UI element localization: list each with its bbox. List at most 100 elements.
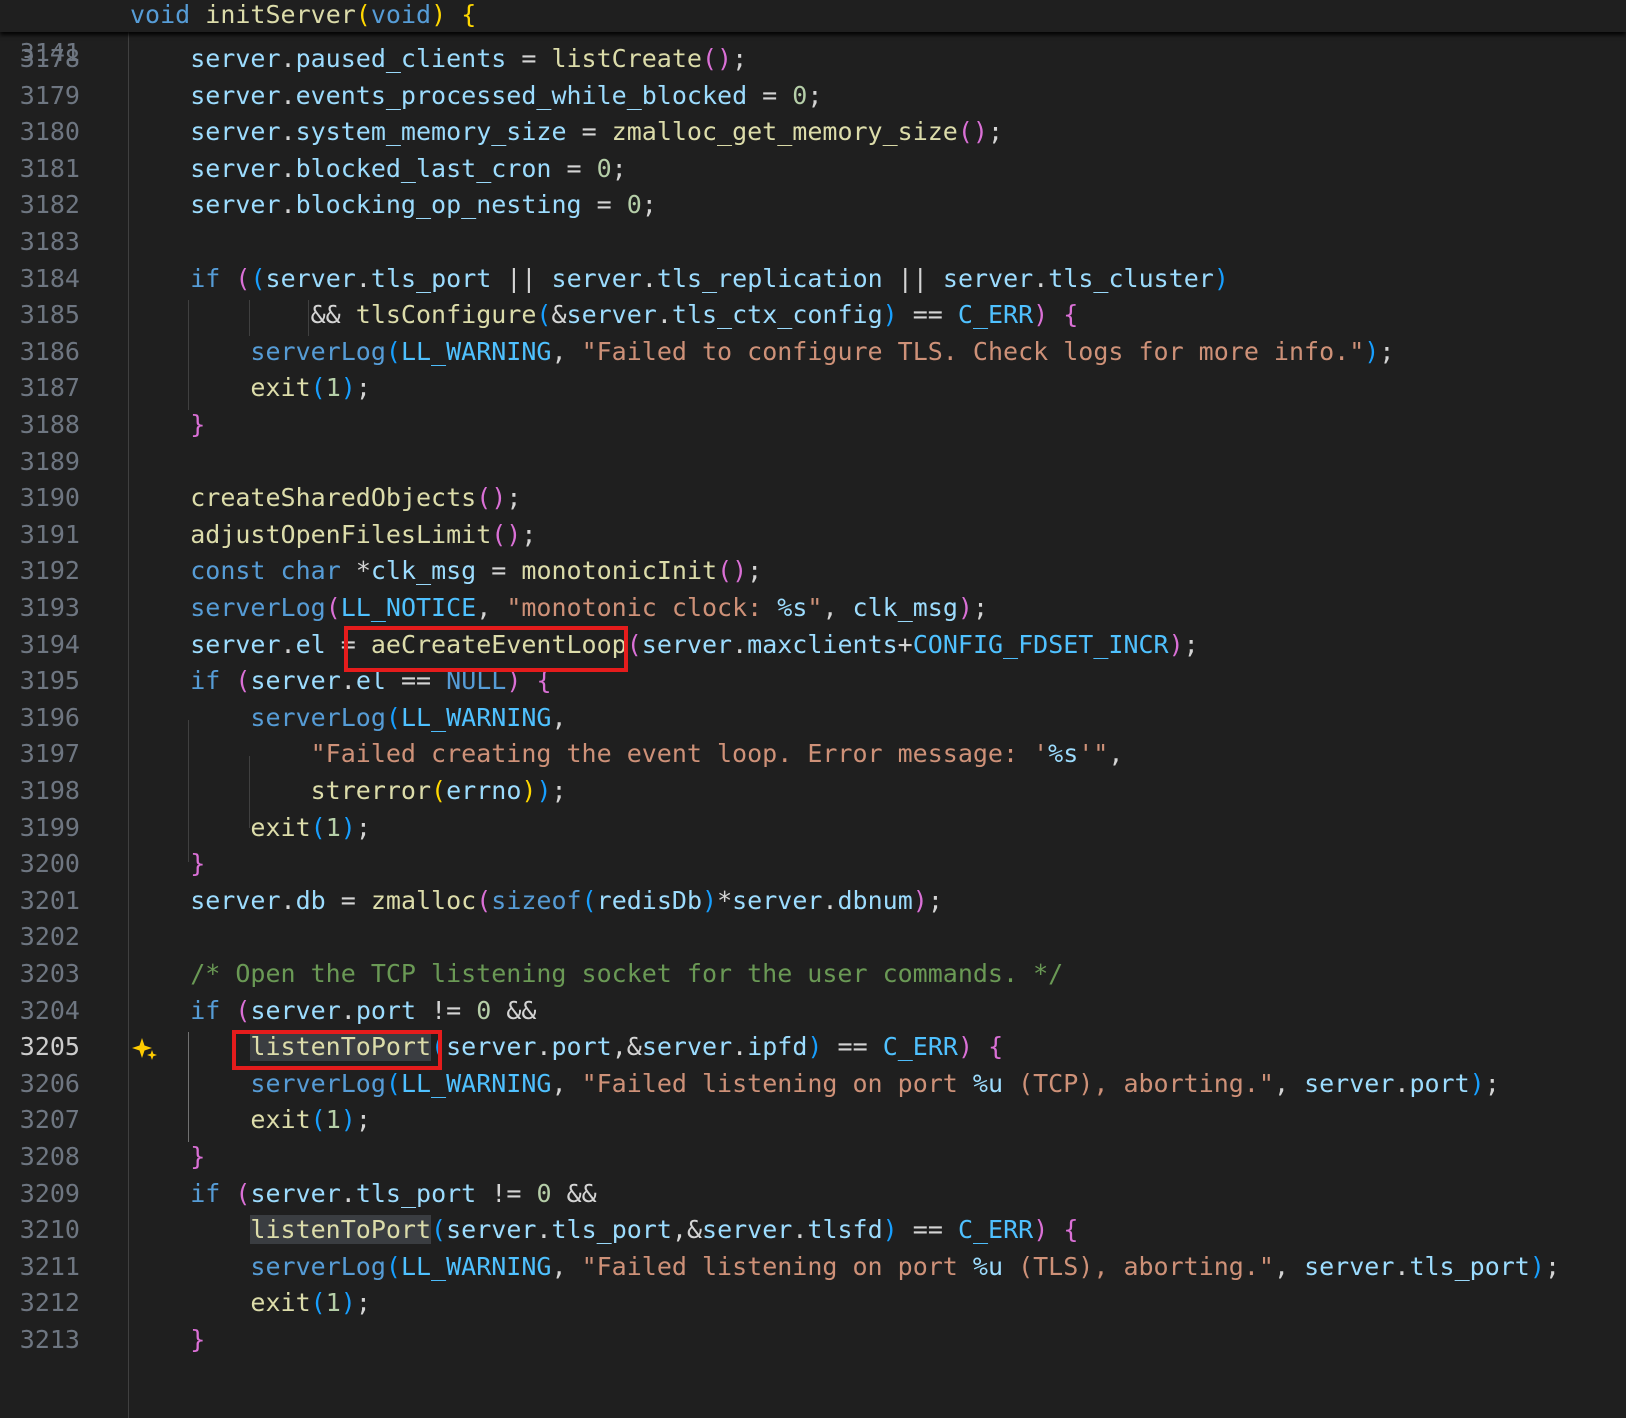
code-text[interactable]: serverLog(LL_WARNING, "Failed to configu…	[130, 333, 1394, 371]
code-token: ==	[897, 1215, 958, 1245]
code-line[interactable]: 3178 server.paused_clients = listCreate(…	[0, 40, 1626, 78]
code-token: ;	[611, 153, 627, 183]
code-token: ()	[717, 556, 748, 586]
code-line[interactable]: 3212 exit(1);	[0, 1284, 1626, 1322]
sticky-scroll-header[interactable]: 3141 void initServer(void) {	[0, 0, 1626, 67]
code-text[interactable]: server.blocked_last_cron = 0;	[130, 150, 627, 188]
code-line[interactable]: 3180 server.system_memory_size = zmalloc…	[0, 113, 1626, 151]
code-text[interactable]: }	[130, 406, 205, 444]
code-line[interactable]: 3194 server.el = aeCreateEventLoop(serve…	[0, 626, 1626, 664]
code-line[interactable]: 3211 serverLog(LL_WARNING, "Failed liste…	[0, 1248, 1626, 1286]
sparkle-icon[interactable]	[132, 1036, 158, 1062]
code-token: (	[385, 1068, 401, 1098]
code-token: ;	[972, 593, 989, 622]
code-line[interactable]: 3204 if (server.port != 0 &&	[0, 992, 1626, 1030]
code-line[interactable]: 3202	[0, 918, 1626, 956]
code-line[interactable]: void initServer(void) {	[130, 0, 476, 34]
code-line[interactable]: 3213 }	[0, 1321, 1626, 1359]
code-token: serverLog	[250, 336, 386, 366]
code-token: %u	[972, 1068, 1004, 1098]
code-text[interactable]: strerror(errno));	[130, 772, 567, 810]
code-line[interactable]: 3191 adjustOpenFilesLimit();	[0, 516, 1626, 554]
code-token: ;	[1484, 1068, 1500, 1098]
code-line[interactable]: 3206 serverLog(LL_WARNING, "Failed liste…	[0, 1065, 1626, 1103]
code-token: port	[551, 1032, 612, 1062]
code-line[interactable]: 3196 serverLog(LL_WARNING,	[0, 699, 1626, 737]
code-line[interactable]: 3184 if ((server.tls_port || server.tls_…	[0, 260, 1626, 298]
code-text[interactable]: server.paused_clients = listCreate();	[130, 40, 747, 78]
code-token: 0	[596, 153, 612, 183]
code-token: ;	[506, 483, 522, 513]
code-text[interactable]: serverLog(LL_WARNING, "Failed listening …	[130, 1065, 1500, 1103]
code-line[interactable]: 3179 server.events_processed_while_block…	[0, 77, 1626, 115]
code-line[interactable]: 3198 strerror(errno));	[0, 772, 1626, 810]
code-line[interactable]: 3187 exit(1);	[0, 369, 1626, 407]
code-token: ()	[491, 519, 522, 549]
code-token: tlsConfigure	[355, 300, 537, 330]
code-line[interactable]: 3203 /* Open the TCP listening socket fo…	[0, 955, 1626, 993]
code-line[interactable]: 3192 const char *clk_msg = monotonicInit…	[0, 552, 1626, 590]
code-line[interactable]: 3186 serverLog(LL_WARNING, "Failed to co…	[0, 333, 1626, 371]
code-text[interactable]: exit(1);	[130, 1284, 370, 1322]
code-text[interactable]: listenToPort(server.tls_port,&server.tls…	[130, 1211, 1078, 1249]
code-text[interactable]: "Failed creating the event loop. Error m…	[130, 735, 1124, 773]
code-text[interactable]: server.events_processed_while_blocked = …	[130, 77, 822, 115]
code-token: (	[235, 263, 251, 293]
code-text[interactable]: if (server.port != 0 &&	[130, 992, 536, 1030]
code-text[interactable]: && tlsConfigure(&server.tls_ctx_config) …	[130, 296, 1079, 334]
line-number: 3204	[19, 995, 80, 1025]
code-line[interactable]: 3195 if (server.el == NULL) {	[0, 662, 1626, 700]
code-token: serverLog	[250, 1068, 386, 1098]
code-token: ,	[1273, 1068, 1305, 1098]
code-token: (	[235, 995, 251, 1025]
code-token: zmalloc	[370, 885, 477, 915]
code-line[interactable]: 3208 }	[0, 1138, 1626, 1176]
code-text[interactable]: serverLog(LL_WARNING,	[130, 699, 566, 737]
code-token: ==	[822, 1032, 883, 1062]
code-token: }	[190, 1142, 206, 1171]
code-text[interactable]: /* Open the TCP listening socket for the…	[130, 955, 1063, 993]
code-text[interactable]: }	[130, 845, 205, 883]
code-text[interactable]: exit(1);	[130, 809, 370, 847]
code-line[interactable]: 3183	[0, 223, 1626, 261]
code-text[interactable]: serverLog(LL_WARNING, "Failed listening …	[130, 1248, 1560, 1286]
code-line[interactable]: 3200 }	[0, 845, 1626, 883]
code-line[interactable]: 3185 && tlsConfigure(&server.tls_ctx_con…	[0, 296, 1626, 334]
code-line[interactable]: 3207 exit(1);	[0, 1101, 1626, 1139]
code-line[interactable]: 3197 "Failed creating the event loop. Er…	[0, 735, 1626, 773]
code-text[interactable]: adjustOpenFilesLimit();	[130, 516, 536, 554]
code-token: server	[732, 885, 823, 915]
code-text[interactable]: server.system_memory_size = zmalloc_get_…	[130, 113, 1003, 151]
code-line[interactable]: 3189	[0, 443, 1626, 481]
code-line[interactable]: 3199 exit(1);	[0, 809, 1626, 847]
code-text[interactable]: serverLog(LL_NOTICE, "monotonic clock: %…	[130, 589, 988, 627]
code-text[interactable]: server.db = zmalloc(sizeof(redisDb)*serv…	[130, 882, 943, 920]
code-line[interactable]: 3188 }	[0, 406, 1626, 444]
code-token: port	[355, 995, 417, 1025]
code-text[interactable]: }	[130, 1321, 205, 1359]
code-line[interactable]: 3190 createSharedObjects();	[0, 479, 1626, 517]
code-text[interactable]: server.el = aeCreateEventLoop(server.max…	[130, 626, 1199, 664]
code-text[interactable]: exit(1);	[130, 369, 370, 407]
code-text[interactable]: createSharedObjects();	[130, 479, 521, 517]
code-token: server	[446, 1215, 537, 1245]
code-text[interactable]: if ((server.tls_port || server.tls_repli…	[130, 260, 1229, 298]
code-line[interactable]: 3182 server.blocking_op_nesting = 0;	[0, 186, 1626, 224]
code-text[interactable]: }	[130, 1138, 205, 1176]
code-text[interactable]: exit(1);	[130, 1101, 370, 1139]
code-line[interactable]: 3181 server.blocked_last_cron = 0;	[0, 150, 1626, 188]
code-line[interactable]: 3201 server.db = zmalloc(sizeof(redisDb)…	[0, 882, 1626, 920]
code-text[interactable]: const char *clk_msg = monotonicInit();	[130, 552, 762, 590]
code-line[interactable]: 3210 listenToPort(server.tls_port,&serve…	[0, 1211, 1626, 1249]
code-text[interactable]: server.blocking_op_nesting = 0;	[130, 186, 657, 224]
code-token: ,	[551, 1251, 582, 1281]
code-token: +	[897, 629, 913, 659]
code-text[interactable]: if (server.tls_port != 0 &&	[130, 1175, 596, 1213]
code-token: sizeof	[491, 885, 582, 915]
code-token: CONFIG_FDSET_INCR	[912, 629, 1169, 659]
code-line[interactable]: 3209 if (server.tls_port != 0 &&	[0, 1175, 1626, 1213]
code-line[interactable]: 3193 serverLog(LL_NOTICE, "monotonic clo…	[0, 589, 1626, 627]
